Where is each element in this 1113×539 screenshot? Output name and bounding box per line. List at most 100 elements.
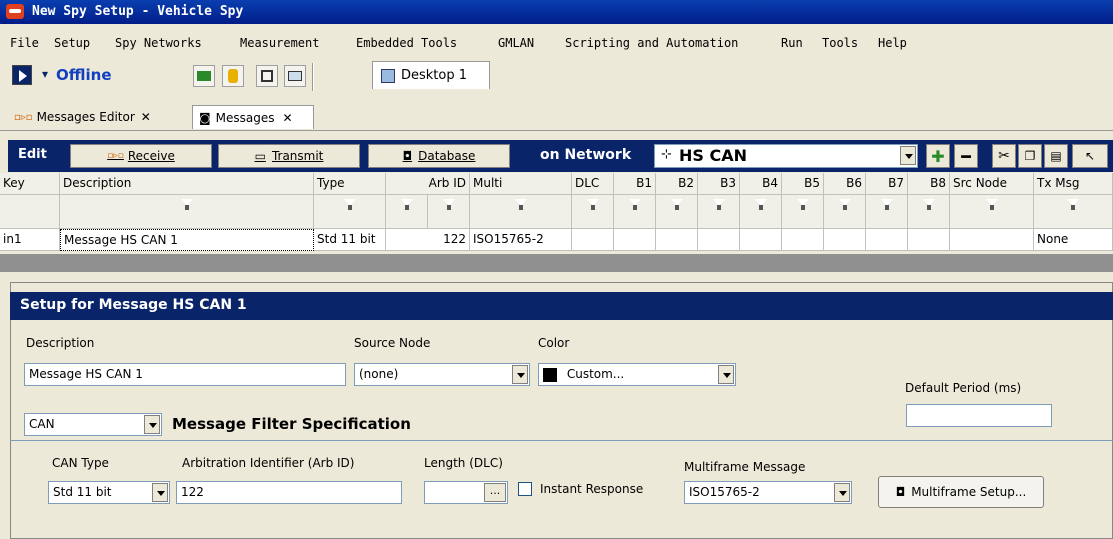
source-node-select[interactable]: (none) xyxy=(354,363,530,386)
header-b7[interactable]: B7 xyxy=(866,173,908,195)
filter-b8[interactable] xyxy=(908,195,950,229)
header-b1[interactable]: B1 xyxy=(614,173,656,195)
database-button[interactable]: ◘ Database xyxy=(368,144,510,168)
tab-messages[interactable]: ◙ Messages ✕ xyxy=(192,105,314,129)
cell-multi[interactable]: ISO15765-2 xyxy=(470,229,572,251)
chevron-down-icon[interactable]: ▾ xyxy=(42,67,48,81)
cell-b7[interactable] xyxy=(866,229,908,251)
instant-response-checkbox[interactable] xyxy=(518,482,532,496)
cell-tx-msg[interactable]: None xyxy=(1034,229,1113,251)
menu-run[interactable]: Run xyxy=(781,36,803,50)
filter-b6[interactable] xyxy=(824,195,866,229)
filter-b4[interactable] xyxy=(740,195,782,229)
menu-spy-networks[interactable]: Spy Networks xyxy=(115,36,202,50)
filter-type[interactable] xyxy=(314,195,386,229)
menu-tools[interactable]: Tools xyxy=(822,36,858,50)
filter-multi[interactable] xyxy=(470,195,572,229)
filter-description[interactable] xyxy=(60,195,314,229)
filter-arb-id[interactable] xyxy=(386,195,428,229)
filter-arb-id-2[interactable] xyxy=(428,195,470,229)
cell-src-node[interactable] xyxy=(950,229,1034,251)
description-input[interactable]: Message HS CAN 1 xyxy=(24,363,346,386)
can-type-select[interactable]: Std 11 bit xyxy=(48,481,170,504)
database-icon[interactable] xyxy=(222,65,244,87)
cell-b8[interactable] xyxy=(908,229,950,251)
header-dlc[interactable]: DLC xyxy=(572,173,614,195)
description-label: Description xyxy=(26,336,95,350)
menu-file[interactable]: File xyxy=(10,36,39,50)
receive-button[interactable]: ▫▹▫ Receive xyxy=(70,144,212,168)
cell-key[interactable]: in1 xyxy=(0,229,60,251)
filter-b7[interactable] xyxy=(866,195,908,229)
close-icon[interactable]: ✕ xyxy=(283,111,293,125)
transmit-button[interactable]: ▭ Transmit xyxy=(218,144,360,168)
header-b2[interactable]: B2 xyxy=(656,173,698,195)
header-b8[interactable]: B8 xyxy=(908,173,950,195)
network-select[interactable]: ⊹ HS CAN xyxy=(654,144,918,168)
header-b4[interactable]: B4 xyxy=(740,173,782,195)
close-icon[interactable]: ✕ xyxy=(141,110,151,124)
filter-dlc[interactable] xyxy=(572,195,614,229)
chevron-down-icon[interactable] xyxy=(834,483,850,502)
header-tx-msg[interactable]: Tx Msg xyxy=(1034,173,1113,195)
menu-help[interactable]: Help xyxy=(878,36,907,50)
cell-description[interactable]: Message HS CAN 1 xyxy=(60,229,314,251)
menu-embedded-tools[interactable]: Embedded Tools xyxy=(356,36,457,50)
chevron-down-icon[interactable] xyxy=(718,365,734,384)
copy-button[interactable]: ❐ xyxy=(1018,144,1042,168)
arb-id-input[interactable]: 122 xyxy=(176,481,402,504)
remove-button[interactable]: ━ xyxy=(954,144,978,168)
header-description[interactable]: Description xyxy=(60,173,314,195)
minus-icon: ━ xyxy=(961,146,971,166)
header-src-node[interactable]: Src Node xyxy=(950,173,1034,195)
header-type[interactable]: Type xyxy=(314,173,386,195)
chevron-down-icon[interactable] xyxy=(152,483,168,502)
header-arb-id[interactable]: Arb ID xyxy=(386,173,470,195)
header-key[interactable]: Key xyxy=(0,173,60,195)
menu-measurement[interactable]: Measurement xyxy=(240,36,319,50)
hardware-icon[interactable] xyxy=(193,65,215,87)
cell-type[interactable]: Std 11 bit xyxy=(314,229,386,251)
multiframe-setup-button[interactable]: ◘ Multiframe Setup... xyxy=(878,476,1044,508)
menu-setup[interactable]: Setup xyxy=(54,36,90,50)
cell-b1[interactable] xyxy=(614,229,656,251)
paste-button[interactable]: ▤ xyxy=(1044,144,1068,168)
chevron-down-icon[interactable] xyxy=(900,146,916,165)
header-multi[interactable]: Multi xyxy=(470,173,572,195)
filter-b3[interactable] xyxy=(698,195,740,229)
cell-b4[interactable] xyxy=(740,229,782,251)
cell-dlc[interactable] xyxy=(572,229,614,251)
cut-button[interactable]: ✂ xyxy=(992,144,1016,168)
default-period-input[interactable] xyxy=(906,404,1052,427)
header-b6[interactable]: B6 xyxy=(824,173,866,195)
cell-b6[interactable] xyxy=(824,229,866,251)
filter-src-node[interactable] xyxy=(950,195,1034,229)
length-input[interactable]: ... xyxy=(424,481,508,504)
cell-arb-id[interactable]: 122 xyxy=(386,229,470,251)
menu-scripting-automation[interactable]: Scripting and Automation xyxy=(565,36,738,50)
header-b5[interactable]: B5 xyxy=(782,173,824,195)
filter-type-select[interactable]: CAN xyxy=(24,413,162,436)
filter-tx-msg[interactable] xyxy=(1034,195,1113,229)
tab-messages-editor[interactable]: ▫▹▫ Messages Editor ✕ xyxy=(8,105,190,129)
cell-b2[interactable] xyxy=(656,229,698,251)
chevron-down-icon[interactable] xyxy=(512,365,528,384)
multiframe-select[interactable]: ISO15765-2 xyxy=(684,481,852,504)
chevron-down-icon[interactable] xyxy=(144,415,160,434)
filter-key[interactable] xyxy=(0,195,60,229)
cell-b3[interactable] xyxy=(698,229,740,251)
add-button[interactable]: ✚ xyxy=(926,144,950,168)
tab-desktop-1[interactable]: Desktop 1 xyxy=(372,61,490,89)
cell-b5[interactable] xyxy=(782,229,824,251)
play-icon[interactable] xyxy=(12,65,32,85)
menu-gmlan[interactable]: GMLAN xyxy=(498,36,534,50)
filter-b2[interactable] xyxy=(656,195,698,229)
more-button[interactable]: ↖ xyxy=(1072,144,1108,168)
filter-b5[interactable] xyxy=(782,195,824,229)
filter-b1[interactable] xyxy=(614,195,656,229)
save-icon[interactable] xyxy=(256,65,278,87)
length-browse-button[interactable]: ... xyxy=(484,483,506,502)
header-b3[interactable]: B3 xyxy=(698,173,740,195)
color-select[interactable]: Custom... xyxy=(538,363,736,386)
export-icon[interactable] xyxy=(284,65,306,87)
